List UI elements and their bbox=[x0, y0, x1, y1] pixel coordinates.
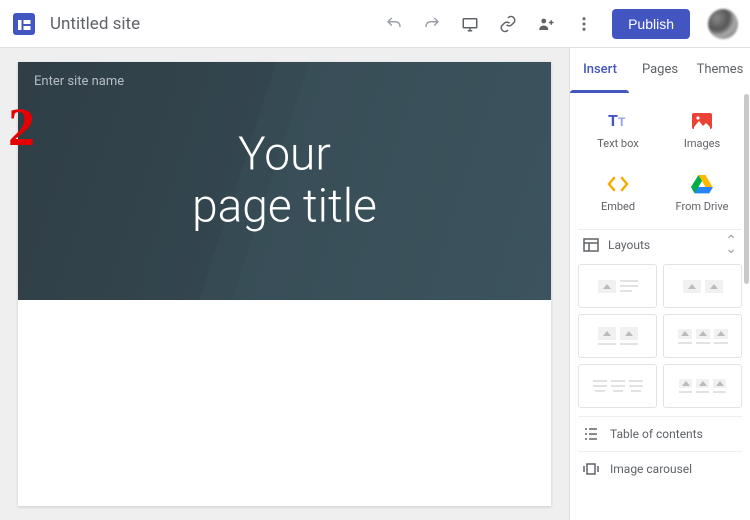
site-title[interactable]: Untitled site bbox=[50, 14, 140, 34]
tab-pages[interactable]: Pages bbox=[630, 48, 690, 90]
embed-icon bbox=[606, 172, 630, 196]
side-tabs: Insert Pages Themes bbox=[570, 48, 750, 90]
insert-image-carousel[interactable]: Image carousel bbox=[578, 451, 742, 486]
layouts-label: Layouts bbox=[608, 238, 650, 252]
insert-embed-label: Embed bbox=[601, 200, 635, 213]
site-name-placeholder[interactable]: Enter site name bbox=[34, 74, 124, 89]
page-body[interactable] bbox=[18, 300, 551, 506]
drive-icon bbox=[690, 172, 714, 196]
tab-themes[interactable]: Themes bbox=[690, 48, 750, 90]
textbox-icon: TT bbox=[606, 109, 630, 133]
insert-images-label: Images bbox=[684, 137, 720, 150]
hero-banner[interactable]: Enter site name Your page title bbox=[18, 62, 551, 300]
layout-option-3[interactable] bbox=[578, 314, 657, 358]
sites-logo-icon[interactable] bbox=[8, 8, 40, 40]
layout-option-6[interactable] bbox=[663, 364, 742, 408]
page-title-text[interactable]: Your page title bbox=[192, 129, 377, 232]
insert-grid: TT Text box Images Embed From Drive bbox=[578, 99, 742, 219]
insert-textbox-label: Text box bbox=[597, 137, 638, 150]
more-icon[interactable] bbox=[574, 14, 594, 34]
images-icon bbox=[690, 109, 714, 133]
redo-icon[interactable] bbox=[422, 14, 442, 34]
side-panel: Insert Pages Themes TT Text box Images E… bbox=[569, 48, 750, 520]
toc-icon bbox=[582, 425, 600, 443]
layout-option-4[interactable] bbox=[663, 314, 742, 358]
insert-images[interactable]: Images bbox=[662, 99, 742, 156]
layout-option-1[interactable] bbox=[578, 264, 657, 308]
page-canvas[interactable]: Enter site name Your page title bbox=[18, 62, 551, 506]
tab-insert[interactable]: Insert bbox=[570, 48, 630, 90]
insert-textbox[interactable]: TT Text box bbox=[578, 99, 658, 156]
collapse-icon[interactable]: ⌃⌄ bbox=[725, 237, 738, 254]
insert-embed[interactable]: Embed bbox=[578, 162, 658, 219]
canvas-area: 2 Enter site name Your page title bbox=[0, 48, 569, 520]
svg-text:T: T bbox=[618, 115, 626, 129]
preview-icon[interactable] bbox=[460, 14, 480, 34]
layout-option-5[interactable] bbox=[578, 364, 657, 408]
avatar[interactable] bbox=[708, 9, 738, 39]
carousel-label: Image carousel bbox=[610, 462, 692, 476]
publish-button[interactable]: Publish bbox=[612, 9, 690, 39]
toc-label: Table of contents bbox=[610, 427, 703, 441]
scrollbar[interactable] bbox=[744, 94, 749, 284]
link-icon[interactable] bbox=[498, 14, 518, 34]
insert-drive-label: From Drive bbox=[676, 200, 729, 213]
layout-option-2[interactable] bbox=[663, 264, 742, 308]
layouts-grid bbox=[578, 260, 742, 416]
layouts-icon bbox=[582, 236, 600, 254]
topbar: Untitled site Publish bbox=[0, 0, 750, 48]
svg-text:T: T bbox=[608, 111, 618, 130]
undo-icon[interactable] bbox=[384, 14, 404, 34]
section-layouts-header[interactable]: Layouts ⌃⌄ bbox=[578, 229, 742, 260]
insert-table-of-contents[interactable]: Table of contents bbox=[578, 416, 742, 451]
topbar-actions: Publish bbox=[384, 9, 738, 39]
share-icon[interactable] bbox=[536, 14, 556, 34]
tutorial-step-number: 2 bbox=[8, 96, 35, 158]
insert-from-drive[interactable]: From Drive bbox=[662, 162, 742, 219]
carousel-icon bbox=[582, 460, 600, 478]
